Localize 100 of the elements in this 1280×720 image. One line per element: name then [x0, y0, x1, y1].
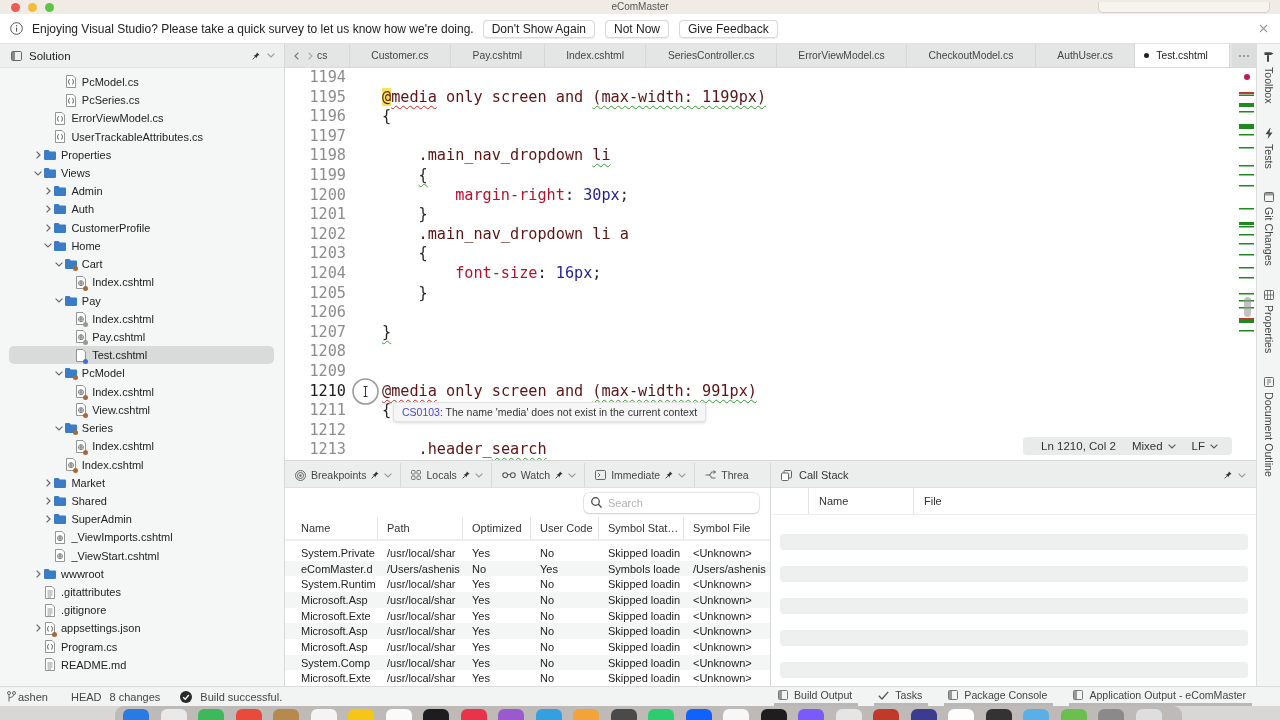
app-icon[interactable] — [760, 709, 787, 720]
minimize-window-icon[interactable] — [28, 2, 37, 12]
chevron-right-icon[interactable] — [35, 569, 41, 578]
column-header[interactable]: Path — [387, 522, 410, 534]
chevron-down-icon[interactable] — [54, 261, 63, 267]
tree-item[interactable]: Series — [9, 418, 274, 438]
column-header[interactable]: Symbol Stat… — [608, 522, 679, 534]
pin-icon[interactable] — [555, 471, 564, 479]
cursor-position-button[interactable]: Ln 1210, Col 2 — [1035, 440, 1122, 452]
tree-item[interactable]: PcModel.cs — [9, 72, 274, 91]
editor-tab[interactable]: Test.cshtml — [1135, 44, 1230, 67]
tree-item[interactable]: Index.cshtml — [9, 437, 274, 456]
close-window-icon[interactable] — [11, 2, 20, 12]
chevron-right-icon[interactable] — [45, 223, 51, 232]
chevron-right-icon[interactable] — [45, 515, 51, 524]
tree-item[interactable]: Index.cshtml — [9, 382, 274, 401]
survey-button[interactable]: Give Feedback — [679, 19, 778, 38]
tree-item[interactable]: Properties — [9, 145, 274, 164]
panel-tab[interactable]: Breakpoints — [285, 463, 402, 487]
tree-item[interactable]: Test.cshtml — [9, 346, 274, 365]
chevron-right-icon[interactable] — [45, 496, 51, 505]
tree-item[interactable]: Views — [9, 163, 274, 183]
chevron-down-icon[interactable] — [44, 243, 53, 249]
editor-tab[interactable]: Customer.cs — [349, 44, 452, 67]
panel-tab[interactable]: Locals — [401, 463, 492, 487]
chevron-down-icon[interactable] — [54, 370, 63, 376]
column-header[interactable]: Name — [301, 522, 331, 534]
tree-item[interactable]: Program.cs — [9, 637, 274, 656]
column-header[interactable]: Optimized — [472, 522, 522, 534]
tree-item[interactable]: PcModel — [9, 364, 274, 383]
tree-item[interactable]: Shared — [9, 491, 274, 511]
chevron-down-icon[interactable] — [568, 472, 577, 478]
chevron-right-icon[interactable] — [45, 478, 51, 487]
tree-item[interactable]: SuperAdmin — [9, 510, 274, 529]
tree-item[interactable]: Admin — [9, 182, 274, 201]
chevron-left-icon[interactable] — [294, 51, 299, 60]
column-header[interactable]: File — [924, 495, 942, 507]
tree-item[interactable]: CustomerProfile — [9, 218, 274, 237]
zoom-window-icon[interactable] — [45, 2, 54, 12]
app-icon[interactable] — [985, 709, 1012, 720]
chevron-down-icon[interactable] — [474, 472, 483, 478]
chevron-down-icon[interactable] — [1238, 472, 1246, 478]
panel-tab[interactable]: Watch — [491, 463, 586, 487]
pin-icon[interactable] — [461, 471, 470, 479]
tool-window-tab[interactable]: Tests — [1262, 127, 1275, 169]
tree-item[interactable]: .gitignore — [9, 601, 274, 620]
editor-tab[interactable]: Pay.cshtml — [451, 44, 545, 67]
app-icon[interactable] — [423, 709, 449, 720]
survey-button[interactable]: Not Now — [605, 19, 670, 38]
tree-item[interactable]: appsettings.json — [9, 619, 274, 638]
chevron-right-icon[interactable] — [35, 150, 41, 159]
tree-item[interactable]: Pay.cshtml — [9, 327, 274, 347]
tree-item[interactable]: _ViewImports.cshtml — [9, 528, 274, 547]
chevron-down-icon[interactable] — [267, 53, 275, 58]
pin-icon[interactable] — [665, 471, 674, 479]
chevron-right-icon[interactable] — [45, 205, 51, 214]
editor-tab[interactable]: Index.cshtml — [544, 44, 647, 67]
tool-window-tab[interactable]: Document Outline — [1262, 377, 1275, 478]
tree-item[interactable]: Index.cshtml — [9, 455, 274, 474]
tree-item[interactable]: Home — [9, 236, 274, 255]
survey-button[interactable]: Don't Show Again — [482, 19, 595, 38]
chevron-down-icon[interactable] — [384, 472, 393, 478]
pin-icon[interactable] — [252, 51, 260, 60]
chevron-down-icon[interactable] — [54, 425, 63, 431]
chevron-down-icon[interactable] — [34, 170, 42, 176]
pin-icon[interactable] — [1224, 471, 1232, 479]
tree-item[interactable]: View.cshtml — [9, 400, 274, 419]
line-endings-dropdown[interactable]: LF — [1185, 440, 1224, 452]
tree-item[interactable]: .gitattributes — [9, 582, 274, 602]
editor-tab[interactable]: ErrorViewModel.cs — [776, 44, 908, 67]
panel-tab[interactable]: Immediate — [585, 463, 696, 487]
tree-item[interactable]: wwwroot — [9, 564, 274, 583]
column-header[interactable]: User Code — [540, 522, 593, 534]
pin-icon[interactable] — [371, 471, 380, 479]
changes-count[interactable]: 8 changes — [109, 690, 161, 703]
tool-window-tab[interactable]: Toolbox — [1262, 51, 1275, 104]
app-icon[interactable] — [610, 709, 637, 720]
app-icon[interactable] — [910, 709, 937, 720]
chevron-right-icon[interactable] — [35, 624, 41, 633]
tool-window-tab[interactable]: Git Changes — [1262, 192, 1275, 267]
tree-item[interactable]: Market — [9, 473, 274, 492]
tree-item[interactable]: Index.cshtml — [9, 309, 274, 328]
indentation-dropdown[interactable]: Mixed — [1125, 440, 1182, 452]
tree-item[interactable]: Cart — [9, 255, 274, 274]
tool-window-tab[interactable]: Properties — [1262, 290, 1275, 354]
branch-name[interactable]: ashen — [18, 690, 48, 703]
close-icon[interactable] — [1259, 24, 1268, 33]
tree-item[interactable]: Index.cshtml — [9, 273, 274, 292]
overflow-button[interactable] — [1232, 44, 1256, 67]
tree-item[interactable]: README.md — [9, 655, 274, 674]
tree-item[interactable]: PcSeries.cs — [9, 91, 274, 110]
tree-item[interactable]: _ViewStart.cshtml — [9, 546, 274, 565]
panel-tab[interactable]: Threa — [695, 463, 749, 487]
tree-item[interactable]: UserTrackableAttributes.cs — [9, 127, 274, 146]
editor-tab[interactable]: cs — [317, 44, 350, 67]
chevron-down-icon[interactable] — [54, 298, 63, 304]
editor-tab[interactable]: SeriesController.cs — [646, 44, 777, 67]
column-header[interactable]: Symbol File — [693, 522, 751, 534]
tree-item[interactable]: Pay — [9, 291, 274, 310]
search-field[interactable] — [1098, 1, 1270, 13]
